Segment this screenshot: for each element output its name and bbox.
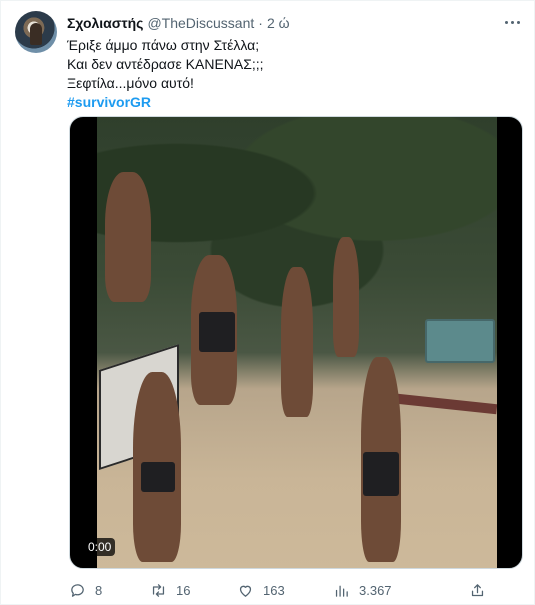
tweet-header: Σχολιαστής @TheDiscussant · 2 ώ	[67, 14, 290, 32]
tweet-line: Ξεφτίλα...μόνο αυτό!	[67, 75, 194, 91]
video-cooler-box	[425, 319, 495, 363]
video-person	[333, 237, 359, 357]
video-person	[105, 172, 151, 302]
like-count: 163	[263, 582, 285, 598]
tweet-timestamp[interactable]: 2 ώ	[267, 15, 290, 31]
tweet-card[interactable]: Σχολιαστής @TheDiscussant · 2 ώ Έριξε άμ…	[0, 0, 535, 605]
reply-count: 8	[95, 582, 103, 598]
retweet-icon	[152, 583, 165, 597]
display-name[interactable]: Σχολιαστής	[67, 15, 143, 31]
share-icon	[471, 583, 484, 596]
tweet-text: Έριξε άμμο πάνω στην Στέλλα; Και δεν αντ…	[67, 36, 517, 112]
views-count: 3.367	[359, 582, 392, 598]
tweet-line: Και δεν αντέδρασε ΚΑΝΕΝΑΣ;;;	[67, 56, 264, 72]
retweet-count: 16	[176, 582, 191, 598]
video-player[interactable]: 0:00	[69, 116, 523, 569]
share-button[interactable]	[469, 579, 495, 601]
video-person-shorts	[141, 462, 175, 492]
video-person-shorts	[199, 312, 235, 352]
reply-icon	[71, 583, 84, 597]
video-person	[281, 267, 313, 417]
tweet-actions: 8 16 163 3.367	[67, 579, 527, 601]
hashtag-link[interactable]: #survivorGR	[67, 93, 517, 112]
retweet-button[interactable]: 16	[150, 579, 190, 601]
like-button[interactable]: 163	[237, 579, 285, 601]
views-button[interactable]: 3.367	[333, 579, 392, 601]
views-icon	[335, 585, 348, 597]
tweet-line: Έριξε άμμο πάνω στην Στέλλα;	[67, 37, 260, 53]
heart-icon	[239, 585, 252, 597]
avatar[interactable]	[15, 11, 57, 53]
separator-dot: ·	[258, 15, 263, 31]
video-frame[interactable]	[97, 117, 497, 568]
more-icon[interactable]	[502, 12, 522, 32]
reply-button[interactable]: 8	[69, 579, 102, 601]
video-pole	[396, 393, 497, 415]
video-person-shorts	[363, 452, 399, 496]
user-handle[interactable]: @TheDiscussant	[147, 15, 254, 31]
video-timestamp: 0:00	[84, 538, 116, 556]
